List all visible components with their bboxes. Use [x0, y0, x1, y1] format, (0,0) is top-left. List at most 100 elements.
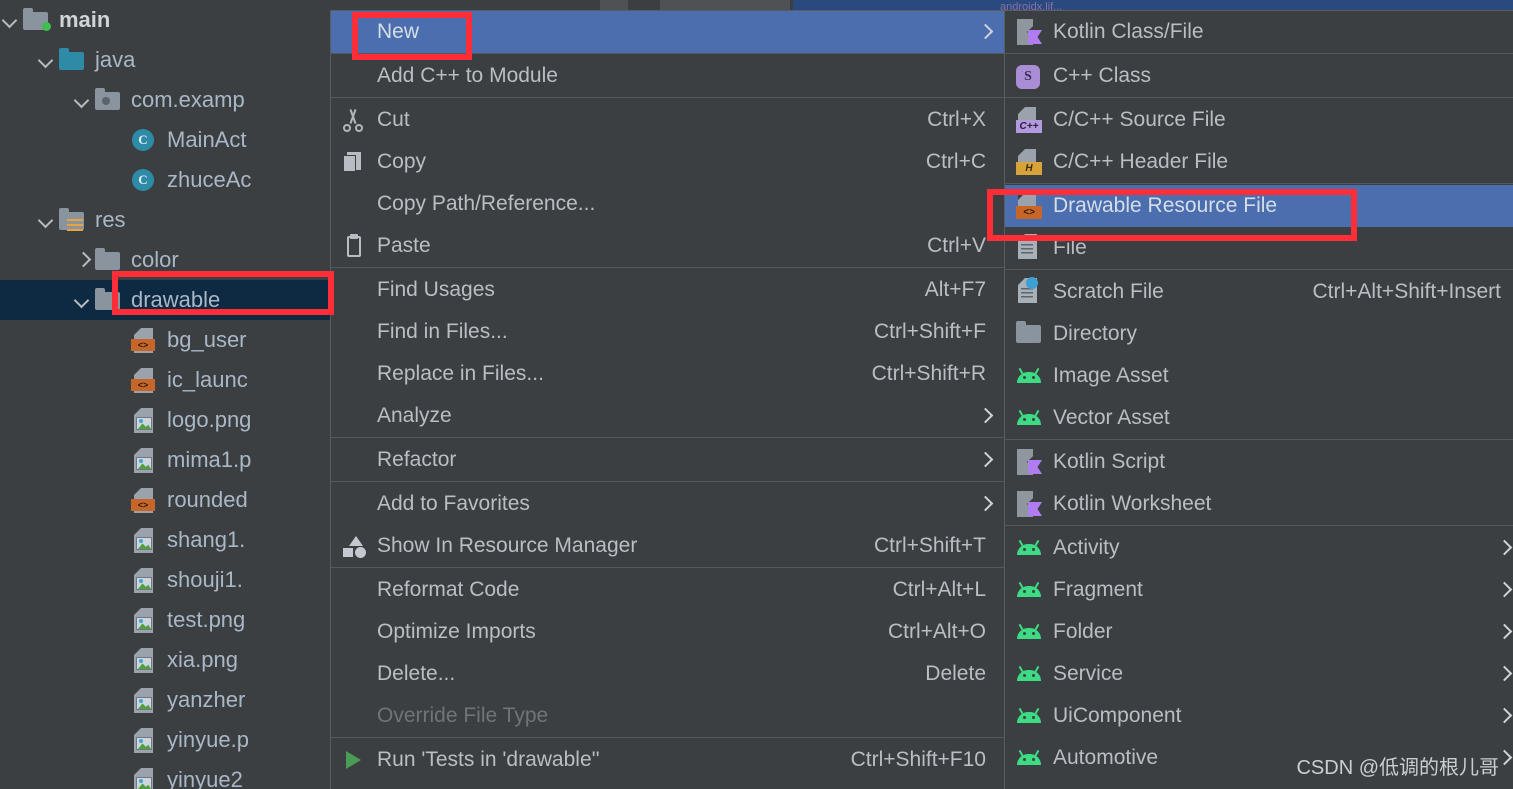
menu-item[interactable]: Fragment: [1005, 569, 1513, 611]
tree-row-label: shouji1.: [167, 567, 243, 592]
android-icon: [1013, 659, 1047, 689]
menu-item-label: Add to Favorites: [377, 492, 530, 515]
project-tree[interactable]: main java com.examp C MainAct CzhuceAc res colo…: [0, 0, 335, 789]
tree-row[interactable]: java: [0, 40, 335, 80]
menu-item[interactable]: Activity: [1005, 527, 1513, 569]
menu-item[interactable]: Analyze: [331, 395, 1004, 437]
folder-package-icon: [94, 88, 122, 112]
menu-item[interactable]: Optimize Imports Ctrl+Alt+O: [331, 611, 1004, 653]
tree-row[interactable]: main: [0, 0, 335, 40]
menu-item[interactable]: Service: [1005, 653, 1513, 695]
menu-item-label: File: [1053, 236, 1087, 259]
menu-separator: [331, 53, 1004, 54]
xml-drawable-icon: <>: [130, 328, 158, 353]
chevron-right-icon: [980, 410, 992, 422]
icon-placeholder: [339, 17, 373, 47]
menu-item[interactable]: C++ C/C++ Source File: [1005, 99, 1513, 141]
tree-row-label: zhuceAc: [167, 167, 252, 192]
kotlin-class-icon: C: [130, 168, 158, 192]
menu-item[interactable]: Directory: [1005, 313, 1513, 355]
menu-item-label: New: [377, 20, 420, 43]
tree-row[interactable]: shang1.: [0, 520, 335, 560]
menu-item[interactable]: Kotlin Worksheet: [1005, 483, 1513, 525]
android-icon: [1013, 533, 1047, 563]
menu-item[interactable]: UiComponent: [1005, 695, 1513, 737]
tree-row[interactable]: <> ic_launc: [0, 360, 335, 400]
tree-row[interactable]: xia.png: [0, 640, 335, 680]
tree-row[interactable]: <> bg_user: [0, 320, 335, 360]
tree-row[interactable]: mima1.p: [0, 440, 335, 480]
menu-item[interactable]: Copy Ctrl+C: [331, 141, 1004, 183]
chevron-down-icon[interactable]: [72, 89, 94, 111]
tree-row-label: xia.png: [167, 647, 238, 672]
menu-item[interactable]: <> Drawable Resource File: [1005, 185, 1513, 227]
menu-item[interactable]: Find in Files... Ctrl+Shift+F: [331, 311, 1004, 353]
tree-row[interactable]: yanzher: [0, 680, 335, 720]
icon-placeholder: [339, 659, 373, 689]
chevron-down-icon[interactable]: [0, 9, 22, 31]
new-submenu[interactable]: Kotlin Class/File S C++ Class C++ C/C++ Sour…: [1004, 10, 1513, 789]
menu-item-label: Copy Path/Reference...: [377, 192, 596, 215]
chevron-down-icon[interactable]: [36, 209, 58, 231]
menu-item[interactable]: Find Usages Alt+F7: [331, 269, 1004, 311]
menu-item[interactable]: Replace in Files... Ctrl+Shift+R: [331, 353, 1004, 395]
menu-item[interactable]: Copy Path/Reference...: [331, 183, 1004, 225]
tree-row-label: bg_user: [167, 327, 247, 352]
menu-item[interactable]: Delete... Delete: [331, 653, 1004, 695]
menu-item[interactable]: Folder: [1005, 611, 1513, 653]
menu-item[interactable]: Image Asset: [1005, 355, 1513, 397]
icon-placeholder: [339, 317, 373, 347]
menu-item-label: Kotlin Class/File: [1053, 20, 1204, 43]
menu-item[interactable]: H C/C++ Header File: [1005, 141, 1513, 183]
chevron-down-icon[interactable]: [36, 49, 58, 71]
menu-item[interactable]: Refactor: [331, 439, 1004, 481]
menu-item[interactable]: Add C++ to Module: [331, 55, 1004, 97]
tree-row[interactable]: <> rounded: [0, 480, 335, 520]
menu-item-label: Folder: [1053, 620, 1113, 643]
tree-row[interactable]: shouji1.: [0, 560, 335, 600]
menu-item[interactable]: Reformat Code Ctrl+Alt+L: [331, 569, 1004, 611]
menu-item[interactable]: Show In Resource Manager Ctrl+Shift+T: [331, 525, 1004, 567]
kotlin-class-icon: C: [130, 128, 158, 152]
tree-row[interactable]: test.png: [0, 600, 335, 640]
tree-row[interactable]: C MainAct: [0, 120, 335, 160]
chevron-down-icon[interactable]: [72, 289, 94, 311]
tree-row[interactable]: color: [0, 240, 335, 280]
tree-row[interactable]: res: [0, 200, 335, 240]
menu-item-label: Automotive: [1053, 746, 1159, 769]
menu-item-label: Paste: [377, 234, 431, 257]
chevron-right-icon: [1499, 710, 1511, 722]
menu-item-label: C++ Class: [1053, 64, 1152, 87]
tree-row[interactable]: yinyue2: [0, 760, 335, 789]
tree-row[interactable]: logo.png: [0, 400, 335, 440]
menu-item[interactable]: Paste Ctrl+V: [331, 225, 1004, 267]
menu-item[interactable]: Vector Asset: [1005, 397, 1513, 439]
menu-item[interactable]: Run 'Tests in 'drawable'' Ctrl+Shift+F10: [331, 739, 1004, 781]
menu-item[interactable]: S C++ Class: [1005, 55, 1513, 97]
menu-item-label: Reformat Code: [377, 578, 520, 601]
tree-row-label: ic_launc: [167, 367, 248, 392]
chevron-right-icon[interactable]: [72, 249, 94, 271]
tree-row[interactable]: yinyue.p: [0, 720, 335, 760]
context-menu[interactable]: New Add C++ to Module Cut Ctrl+X Copy Ctrl+C C…: [330, 10, 1005, 789]
menu-item[interactable]: Add to Favorites: [331, 483, 1004, 525]
menu-item-shortcut: Ctrl+Shift+F10: [850, 748, 986, 771]
menu-separator: [331, 737, 1004, 738]
chevron-right-icon: [1499, 584, 1511, 596]
menu-item[interactable]: Cut Ctrl+X: [331, 99, 1004, 141]
menu-item-shortcut: Alt+F7: [924, 278, 986, 301]
menu-item[interactable]: Scratch File Ctrl+Alt+Shift+Insert: [1005, 271, 1513, 313]
android-icon: [1013, 743, 1047, 773]
tree-row[interactable]: CzhuceAc: [0, 160, 335, 200]
tree-row[interactable]: com.examp: [0, 80, 335, 120]
menu-item[interactable]: Kotlin Script: [1005, 441, 1513, 483]
tree-row[interactable]: drawable: [0, 280, 335, 320]
menu-separator: [331, 437, 1004, 438]
android-icon: [1013, 361, 1047, 391]
folder-source-icon: [58, 48, 86, 72]
menu-item[interactable]: File: [1005, 227, 1513, 269]
menu-item[interactable]: Kotlin Class/File: [1005, 11, 1513, 53]
tree-row-label: shang1.: [167, 527, 246, 552]
menu-item[interactable]: New: [331, 11, 1004, 53]
image-file-icon: [130, 688, 158, 713]
